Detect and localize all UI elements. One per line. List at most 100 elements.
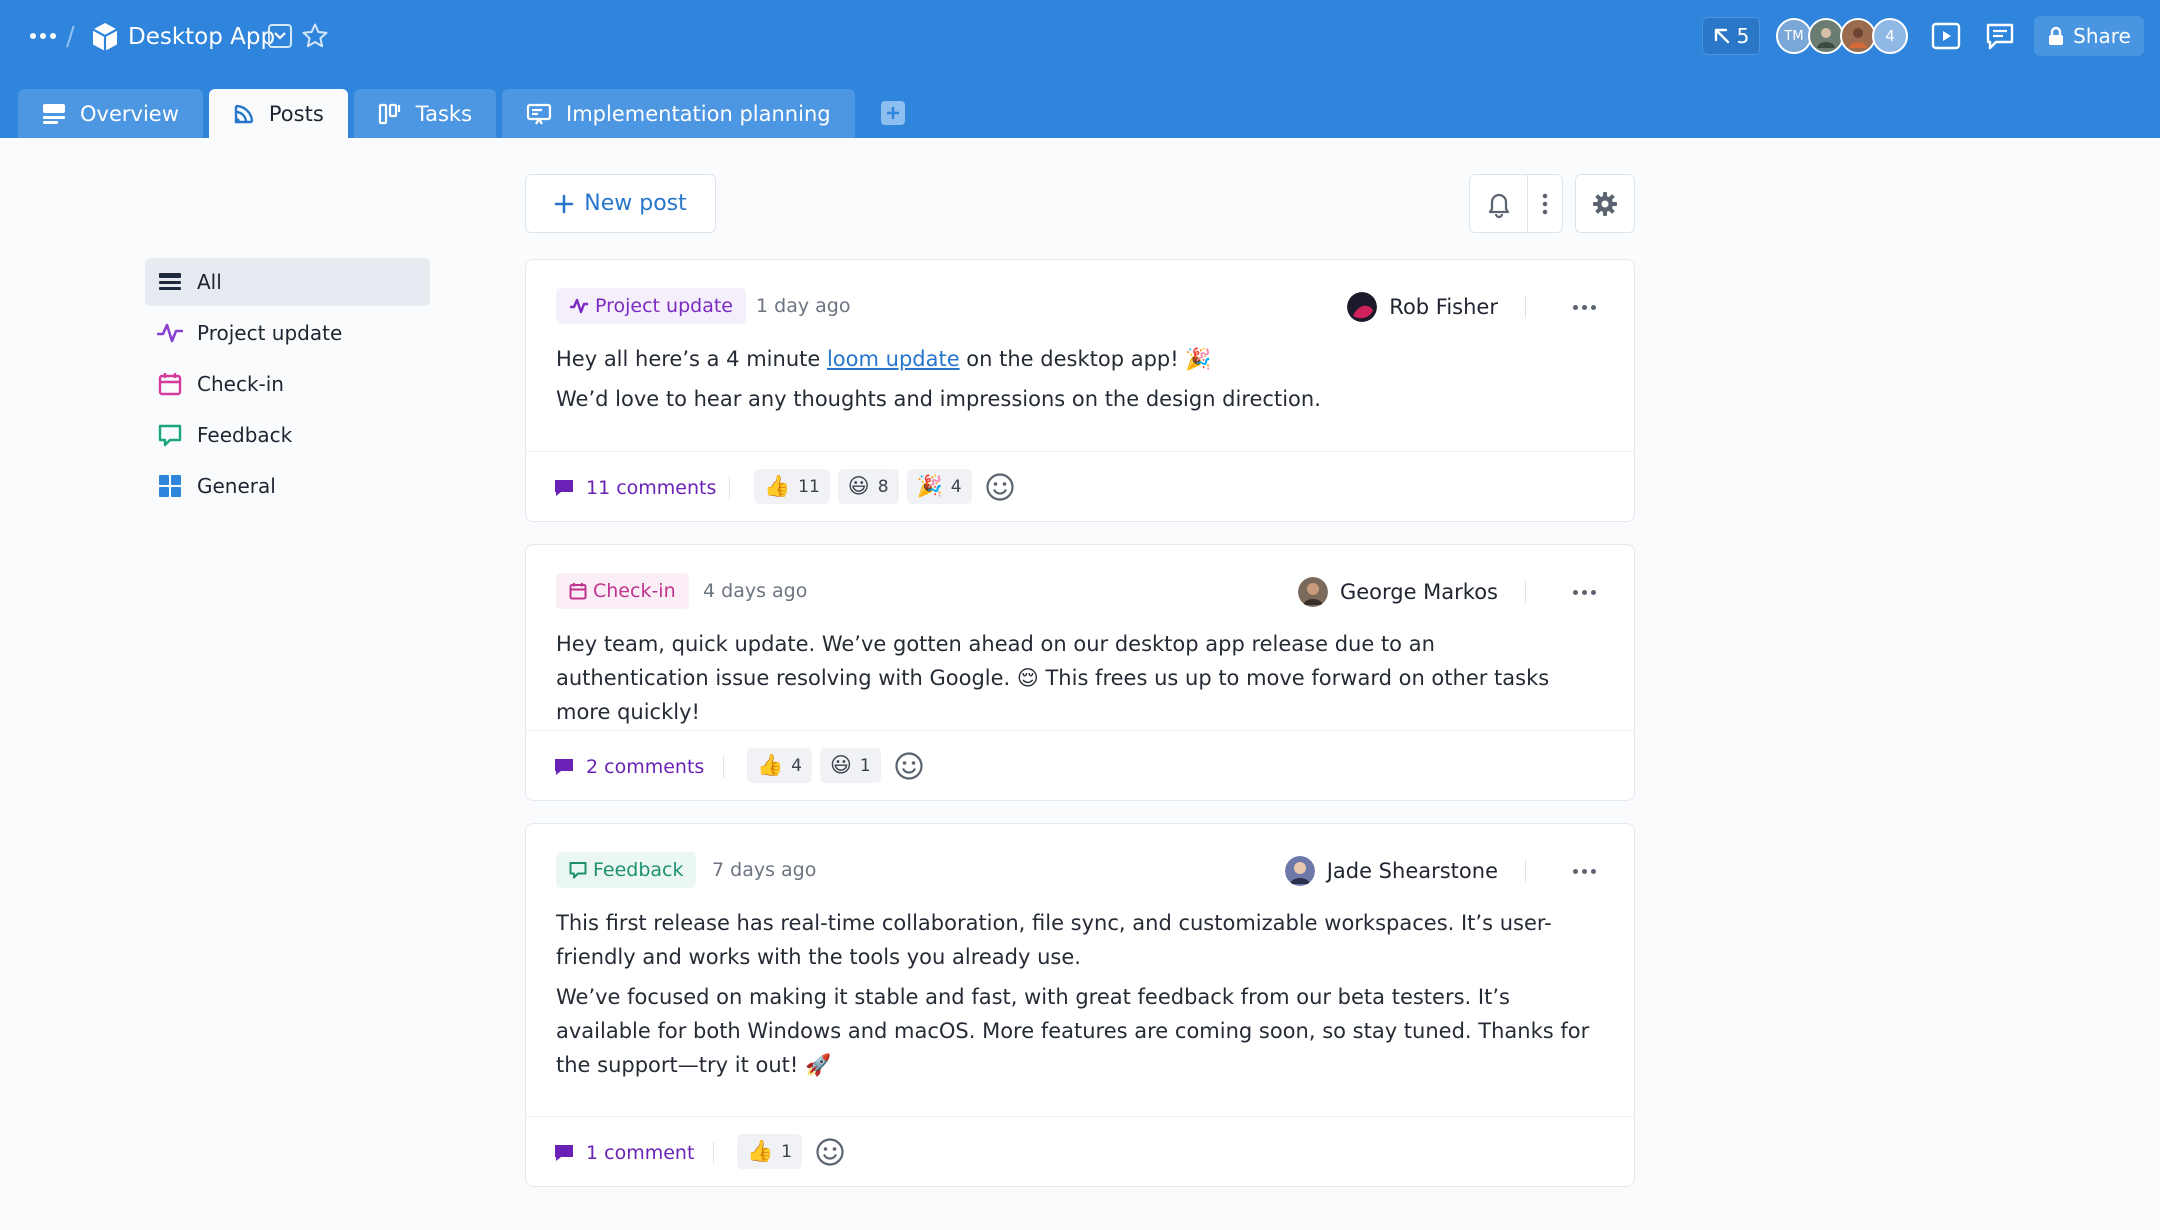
post-timestamp: 7 days ago — [712, 859, 817, 881]
more-menu-icon[interactable] — [26, 22, 60, 50]
live-cursors-button[interactable]: 5 — [1702, 17, 1760, 55]
post-timestamp: 1 day ago — [756, 295, 851, 317]
tab-label: Tasks — [415, 101, 473, 126]
tab-overview[interactable]: Overview — [18, 89, 203, 138]
sidebar-item-check-in[interactable]: Check-in — [145, 360, 430, 408]
plus-icon — [886, 107, 899, 119]
post-paragraph: Hey team, quick update. We’ve gotten ahe… — [556, 627, 1594, 729]
reaction-smile[interactable]: 😃 8 — [837, 469, 899, 504]
list-icon — [157, 269, 183, 295]
avatar[interactable] — [1808, 18, 1844, 54]
reaction-thumbs-up[interactable]: 👍 4 — [747, 748, 812, 783]
calendar-icon — [157, 371, 183, 397]
sidebar-item-feedback[interactable]: Feedback — [145, 411, 430, 459]
bell-icon[interactable] — [1470, 175, 1529, 232]
comments-link[interactable]: 1 comment — [554, 1139, 694, 1167]
add-reaction-icon[interactable] — [814, 1136, 846, 1168]
sidebar-item-project-update[interactable]: Project update — [145, 309, 430, 357]
author-name: George Markos — [1339, 580, 1498, 604]
avatar[interactable] — [1840, 18, 1876, 54]
loom-update-link[interactable]: loom update — [827, 347, 960, 371]
sidebar-item-label: General — [197, 474, 276, 498]
smile-emoji: 😃 — [847, 474, 870, 498]
post-header: Check-in 4 days ago George Markos — [556, 573, 1606, 611]
notification-controls — [1469, 174, 1563, 233]
app-title[interactable]: Desktop App — [128, 20, 275, 54]
share-button[interactable]: Share — [2034, 16, 2144, 56]
sidebar-item-all[interactable]: All — [145, 258, 430, 306]
post-paragraph: Hey all here’s a 4 minute loom update on… — [556, 342, 1594, 376]
tab-label: Overview — [80, 101, 179, 126]
post-author[interactable]: Jade Shearstone — [1284, 852, 1498, 890]
reaction-count: 8 — [877, 476, 889, 497]
reactions: 👍 1 — [737, 1134, 846, 1169]
tab-label: Posts — [268, 101, 324, 126]
author-name: Rob Fisher — [1389, 295, 1498, 319]
new-post-label: New post — [584, 191, 687, 216]
reaction-smile[interactable]: 😃 1 — [819, 748, 881, 783]
chat-bubble-icon — [157, 422, 183, 448]
post-footer: 2 comments 👍 4 😃 1 — [526, 730, 1634, 800]
sidebar-item-label: All — [197, 270, 222, 294]
reaction-thumbs-up[interactable]: 👍 1 — [737, 1134, 802, 1169]
post-more-icon[interactable] — [1562, 290, 1606, 324]
post-tag-label: Feedback — [593, 859, 684, 881]
tab-implementation-planning[interactable]: Implementation planning — [502, 89, 855, 138]
post-card: Check-in 4 days ago George Markos Hey te… — [525, 544, 1635, 801]
cursor-count-value: 5 — [1736, 24, 1750, 48]
add-reaction-icon[interactable] — [984, 471, 1016, 503]
avatar — [1284, 856, 1315, 886]
divider — [713, 1142, 714, 1164]
divider — [1525, 296, 1526, 318]
chevron-down-icon[interactable] — [268, 24, 292, 48]
tab-tasks[interactable]: Tasks — [353, 89, 497, 138]
post-more-icon[interactable] — [1562, 575, 1606, 609]
comments-link[interactable]: 2 comments — [554, 753, 704, 781]
post-footer: 11 comments 👍 11 😃 8 🎉 4 — [526, 451, 1634, 521]
avatar[interactable]: TM — [1776, 18, 1812, 54]
sidebar-item-general[interactable]: General — [145, 462, 430, 510]
post-type-tag[interactable]: Check-in — [556, 573, 689, 609]
rocket-emoji: 🚀 — [804, 1053, 832, 1077]
cube-icon — [88, 20, 122, 54]
comments-icon[interactable] — [1984, 20, 2016, 52]
star-icon[interactable] — [300, 21, 330, 51]
comments-link[interactable]: 11 comments — [554, 474, 716, 502]
add-reaction-icon[interactable] — [893, 750, 925, 782]
post-timestamp: 4 days ago — [703, 580, 808, 602]
tab-label: Implementation planning — [566, 101, 831, 126]
more-collaborators-count[interactable]: 4 — [1872, 18, 1908, 54]
text: on the desktop app! — [959, 347, 1186, 371]
post-card: Feedback 7 days ago Jade Shearstone This… — [525, 823, 1635, 1187]
post-type-tag[interactable]: Project update — [556, 288, 746, 324]
settings-button[interactable] — [1575, 174, 1635, 233]
present-icon[interactable] — [1930, 20, 1962, 52]
page-tabs: Overview Posts Tasks Implementation plan… — [18, 89, 905, 138]
comment-icon — [555, 1145, 573, 1161]
grid-icon — [157, 473, 183, 499]
post-author[interactable]: Rob Fisher — [1347, 288, 1498, 326]
post-more-icon[interactable] — [1562, 854, 1606, 888]
reaction-count: 1 — [859, 755, 871, 776]
party-popper-emoji: 🎉 — [916, 474, 943, 498]
rss-icon — [234, 104, 254, 123]
sidebar-item-label: Check-in — [197, 372, 284, 396]
new-post-button[interactable]: New post — [525, 174, 716, 233]
comment-icon — [555, 480, 573, 496]
sidebar-item-label: Project update — [197, 321, 343, 345]
post-type-tag[interactable]: Feedback — [556, 852, 697, 888]
reaction-thumbs-up[interactable]: 👍 11 — [754, 469, 830, 504]
reaction-count: 4 — [950, 476, 962, 497]
kebab-menu-icon[interactable] — [1528, 175, 1562, 232]
top-bar: / Desktop App 5 TM 4 Share Overview Post… — [0, 0, 2160, 138]
divider — [1525, 581, 1526, 603]
reactions: 👍 4 😃 1 — [747, 748, 925, 783]
tab-posts[interactable]: Posts — [208, 89, 348, 138]
add-tab-button[interactable] — [880, 101, 905, 125]
post-paragraph: This first release has real-time collabo… — [556, 911, 1552, 969]
relieved-emoji: 😌 — [1016, 666, 1039, 690]
reaction-party[interactable]: 🎉 4 — [906, 469, 972, 504]
divider — [1525, 860, 1526, 882]
post-author[interactable]: George Markos — [1297, 573, 1498, 611]
reactions: 👍 11 😃 8 🎉 4 — [754, 469, 1016, 504]
